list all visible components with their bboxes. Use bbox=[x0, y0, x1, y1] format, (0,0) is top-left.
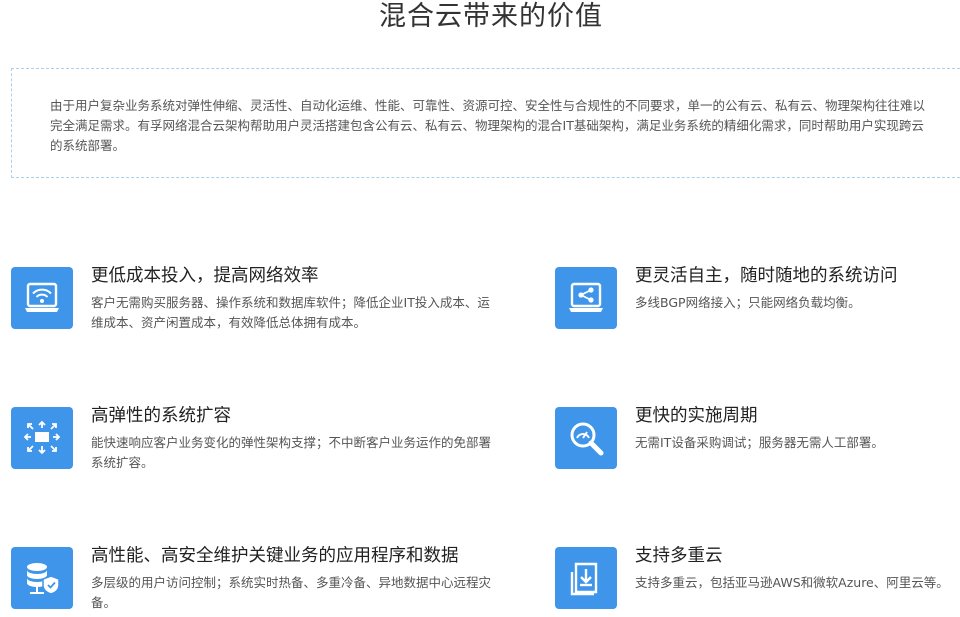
database-shield-icon bbox=[11, 547, 73, 609]
page-title: 混合云带来的价值 bbox=[379, 1, 603, 32]
feature-title: 更低成本投入，提高网络效率 bbox=[91, 266, 319, 286]
feature-title: 支持多重云 bbox=[635, 546, 723, 566]
magnifier-gauge-icon bbox=[555, 407, 617, 469]
feature-title: 更灵活自主，随时随地的系统访问 bbox=[635, 266, 898, 286]
intro-text: 由于用户复杂业务系统对弹性伸缩、灵活性、自动化运维、性能、可靠性、资源可控、安全… bbox=[50, 98, 926, 153]
feature-cost: 更低成本投入，提高网络效率 客户无需购买服务器、操作系统和数据库软件；降低企业I… bbox=[11, 266, 490, 337]
feature-desc: 客户无需购买服务器、操作系统和数据库软件；降低企业IT投入成本、运维成本、资产闲… bbox=[91, 295, 490, 330]
feature-elastic: 高弹性的系统扩容 能快速响应客户业务变化的弹性架构支撑；不中断客户业务运作的免部… bbox=[11, 406, 491, 477]
feature-title: 高性能、高安全维护关键业务的应用程序和数据 bbox=[91, 546, 459, 566]
share-laptop-icon bbox=[555, 267, 617, 329]
feature-desc: 支持多重云，包括亚马逊AWS和微软Azure、阿里云等。 bbox=[635, 575, 949, 590]
feature-desc: 多层级的用户访问控制；系统实时热备、多重冷备、异地数据中心远程灾备。 bbox=[91, 575, 492, 610]
feature-security: 高性能、高安全维护关键业务的应用程序和数据 多层级的用户访问控制；系统实时热备、… bbox=[11, 546, 491, 617]
feature-multicloud: 支持多重云 支持多重云，包括亚马逊AWS和微软Azure、阿里云等。 bbox=[555, 546, 960, 617]
feature-title: 更快的实施周期 bbox=[635, 406, 758, 426]
feature-desc: 无需IT设备采购调试；服务器无需人工部署。 bbox=[635, 435, 884, 450]
feature-fast: 更快的实施周期 无需IT设备采购调试；服务器无需人工部署。 bbox=[555, 406, 960, 477]
wifi-laptop-icon bbox=[11, 267, 73, 329]
intro-box: 由于用户复杂业务系统对弹性伸缩、灵活性、自动化运维、性能、可靠性、资源可控、安全… bbox=[11, 68, 960, 178]
feature-title: 高弹性的系统扩容 bbox=[91, 406, 231, 426]
feature-flexible: 更灵活自主，随时随地的系统访问 多线BGP网络接入；只能网络负载均衡。 bbox=[555, 266, 960, 337]
expand-arrows-icon bbox=[11, 407, 73, 469]
feature-desc: 多线BGP网络接入；只能网络负载均衡。 bbox=[635, 295, 861, 310]
download-tray-icon bbox=[555, 547, 617, 609]
feature-desc: 能快速响应客户业务变化的弹性架构支撑；不中断客户业务运作的免部署系统扩容。 bbox=[91, 435, 492, 470]
